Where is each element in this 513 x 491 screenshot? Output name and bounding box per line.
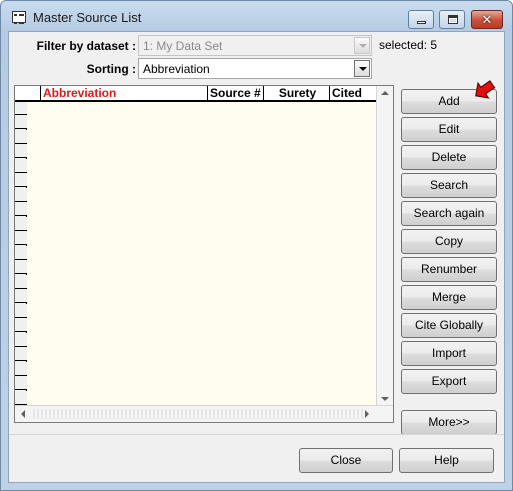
row-selector-cell[interactable] [15, 231, 27, 245]
scroll-down-icon[interactable] [381, 397, 389, 401]
maximize-button[interactable] [439, 10, 465, 29]
row-selector-cell[interactable] [15, 187, 27, 202]
row-selector-cell[interactable] [15, 245, 27, 260]
cite-globally-button[interactable]: Cite Globally [401, 313, 497, 338]
column-header-surety[interactable]: Surety [264, 86, 330, 102]
search-button[interactable]: Search [401, 173, 497, 198]
vertical-scrollbar[interactable] [376, 86, 393, 406]
close-icon: ✕ [481, 12, 493, 27]
filter-label: Filter by dataset : [36, 39, 136, 53]
scroll-right-icon[interactable] [365, 410, 369, 418]
help-button[interactable]: Help [399, 448, 494, 473]
export-button[interactable]: Export [401, 369, 497, 394]
source-list-grid[interactable]: Abbreviation Source # Surety Cited [14, 85, 394, 423]
sorting-value: Abbreviation [143, 62, 210, 76]
title-bar[interactable]: Master Source List ✕ [1, 1, 512, 31]
close-window-button[interactable]: ✕ [471, 10, 503, 29]
merge-button[interactable]: Merge [401, 285, 497, 310]
sorting-label: Sorting : [86, 62, 136, 76]
row-selector-cell[interactable] [15, 390, 27, 405]
minimize-icon [417, 21, 426, 24]
close-button[interactable]: Close [299, 448, 393, 473]
edit-button[interactable]: Edit [401, 117, 497, 142]
search-again-button[interactable]: Search again [401, 201, 497, 226]
row-selector-cell[interactable] [15, 260, 27, 274]
row-selector-cell[interactable] [15, 303, 27, 318]
selected-count: selected: 5 [379, 38, 438, 52]
row-selector-cell[interactable] [15, 332, 27, 347]
minimize-button[interactable] [408, 10, 434, 29]
column-header-source-number[interactable]: Source # [208, 86, 264, 102]
row-selector-cell[interactable] [15, 202, 27, 216]
row-selector-cell[interactable] [15, 173, 27, 187]
footer-divider [9, 434, 504, 435]
scroll-left-icon[interactable] [21, 410, 25, 418]
row-selector-cell[interactable] [15, 347, 27, 361]
row-selector-cell[interactable] [15, 144, 27, 158]
row-selector-cell[interactable] [15, 289, 27, 303]
row-selector-cell[interactable] [15, 100, 27, 115]
red-arrow-pointer-icon [475, 80, 496, 99]
column-header-abbreviation[interactable]: Abbreviation [41, 86, 208, 102]
row-selector-cell[interactable] [15, 158, 27, 173]
row-selector-cell[interactable] [15, 318, 27, 332]
list-window-icon [12, 11, 26, 24]
header-selector-cell[interactable] [27, 86, 41, 102]
scroll-up-icon[interactable] [381, 91, 389, 95]
dataset-filter-value: 1: My Data Set [143, 39, 223, 53]
more-button[interactable]: More>> [401, 410, 497, 435]
delete-button[interactable]: Delete [401, 145, 497, 170]
row-selector-column[interactable] [15, 86, 27, 406]
chevron-down-icon[interactable] [354, 60, 370, 77]
master-source-list-window: Master Source List ✕ Filter by dataset :… [0, 0, 513, 491]
window-title: Master Source List [33, 10, 142, 25]
row-selector-cell[interactable] [15, 115, 27, 129]
row-selector-cell[interactable] [15, 129, 27, 144]
scroll-thumb[interactable] [33, 409, 363, 419]
horizontal-scrollbar[interactable] [15, 405, 393, 422]
import-button[interactable]: Import [401, 341, 497, 366]
row-selector-cell[interactable] [15, 216, 27, 231]
chevron-down-icon [354, 37, 370, 54]
dataset-filter-select: 1: My Data Set [138, 35, 372, 56]
dialog-body: Filter by dataset : 1: My Data Set selec… [8, 31, 505, 483]
sorting-select[interactable]: Abbreviation [138, 58, 372, 79]
maximize-icon [448, 15, 458, 24]
row-selector-cell[interactable] [15, 274, 27, 289]
column-header-cited[interactable]: Cited [330, 86, 377, 102]
grid-header-row: Abbreviation Source # Surety Cited [15, 86, 377, 102]
copy-button[interactable]: Copy [401, 229, 497, 254]
renumber-button[interactable]: Renumber [401, 257, 497, 282]
row-selector-cell[interactable] [15, 361, 27, 376]
row-selector-cell[interactable] [15, 376, 27, 390]
